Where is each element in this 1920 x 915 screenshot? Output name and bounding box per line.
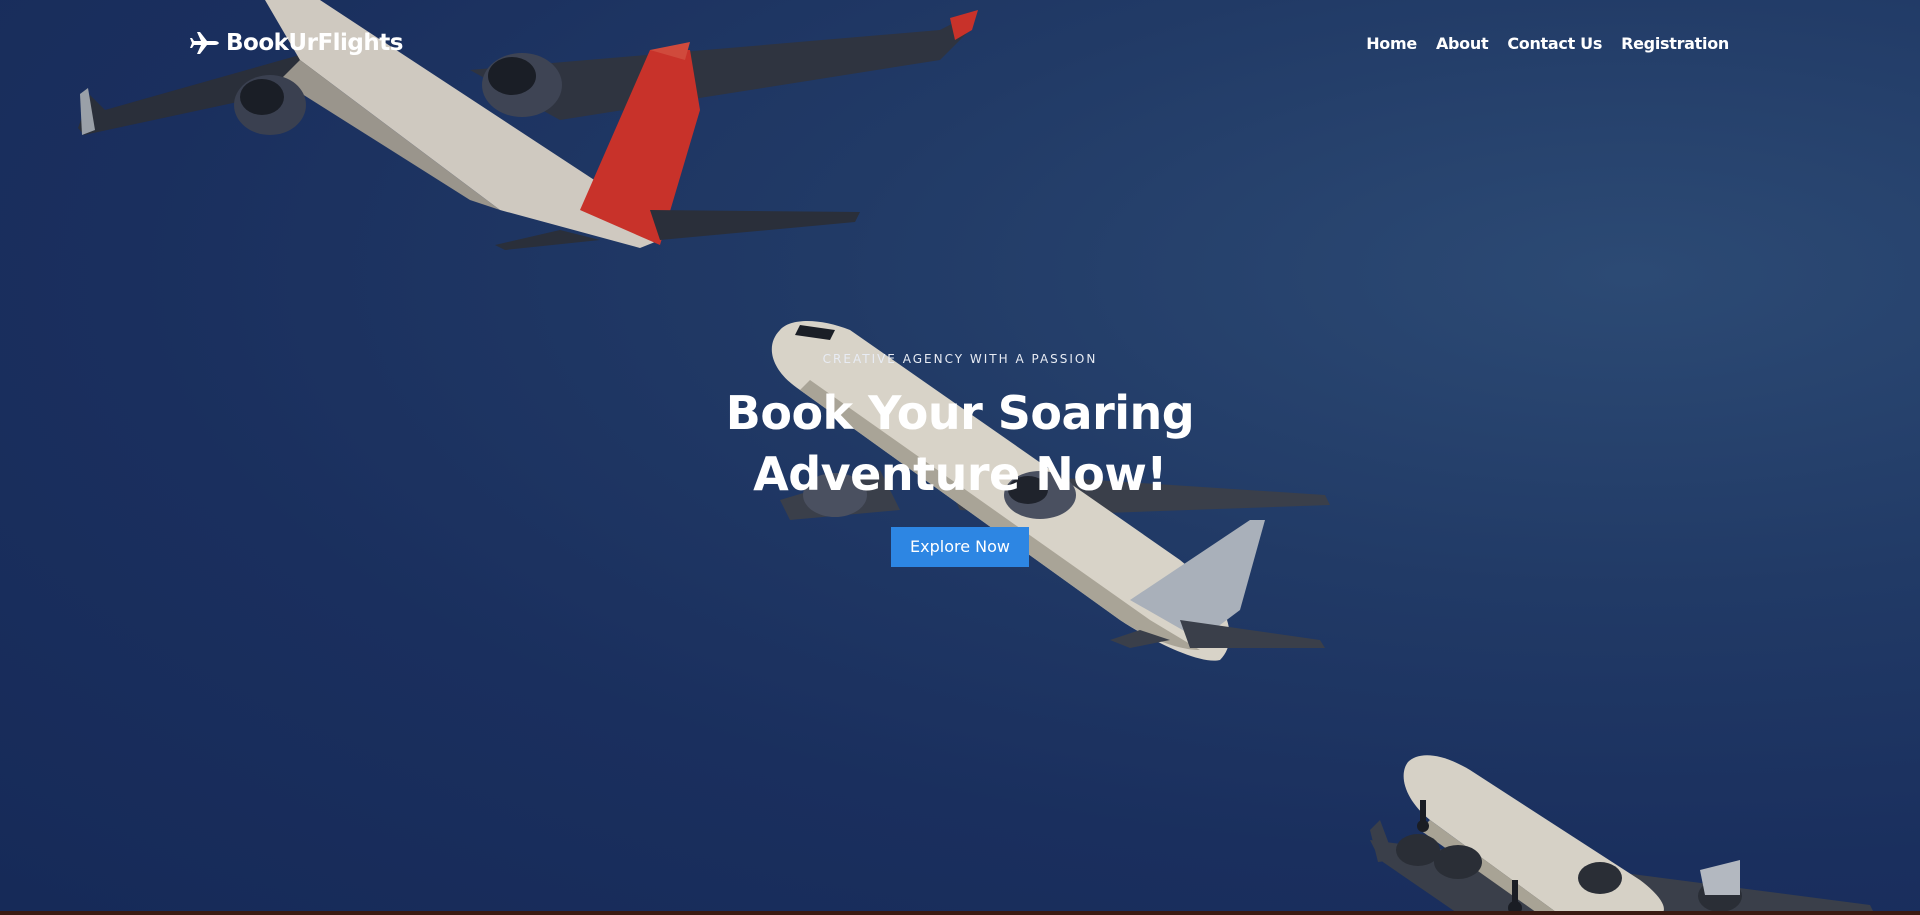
plane-lan: [1370, 755, 1875, 915]
hero-title-line-1: Book Your Soaring: [725, 386, 1195, 440]
nav-item-registration: Registration: [1621, 34, 1729, 53]
hero-title: Book Your Soaring Adventure Now!: [0, 383, 1920, 505]
hero-section: BookUrFlights Home About Contact Us Regi…: [0, 0, 1920, 915]
airplane-icon: [190, 28, 220, 58]
navbar: BookUrFlights Home About Contact Us Regi…: [0, 0, 1920, 92]
nav-item-about: About: [1436, 34, 1489, 53]
hero-eyebrow: CREATIVE AGENCY WITH A PASSION: [822, 352, 1098, 366]
brand-name: BookUrFlights: [226, 30, 403, 56]
nav-link-home[interactable]: Home: [1366, 34, 1417, 53]
nav-link-about[interactable]: About: [1436, 34, 1489, 53]
nav-item-contact: Contact Us: [1507, 34, 1602, 53]
nav-item-home: Home: [1366, 34, 1417, 53]
brand-logo-link[interactable]: BookUrFlights: [190, 28, 403, 58]
nav-link-contact-us[interactable]: Contact Us: [1507, 34, 1602, 53]
main-nav: Home About Contact Us Registration: [1366, 34, 1729, 53]
hero-content: CREATIVE AGENCY WITH A PASSION Book Your…: [0, 352, 1920, 567]
explore-now-button[interactable]: Explore Now: [891, 527, 1029, 567]
hero-title-line-2: Adventure Now!: [753, 447, 1167, 501]
bottom-edge: [0, 911, 1920, 915]
nav-link-registration[interactable]: Registration: [1621, 34, 1729, 53]
